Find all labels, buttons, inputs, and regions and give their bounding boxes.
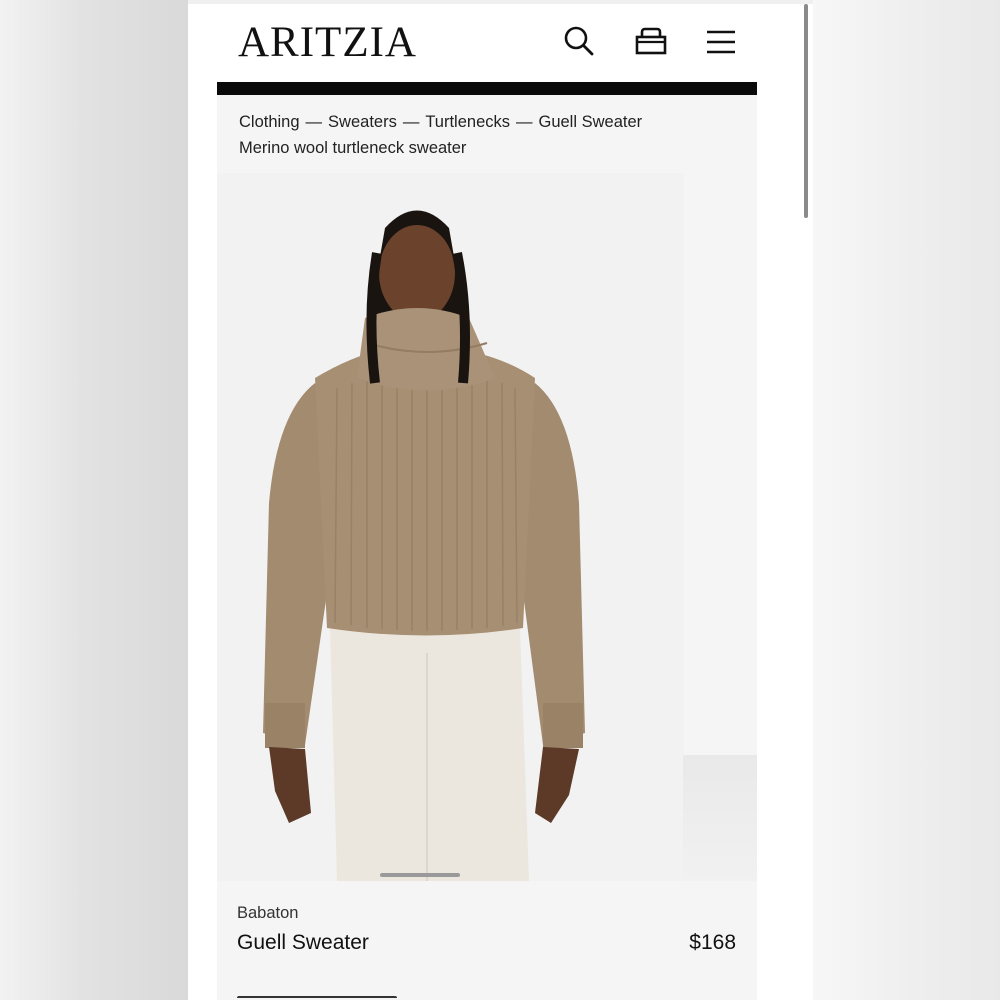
mobile-page: ARITZIA Clothing — Sweaters — Turtlenecks — Gu… <box>188 0 813 1000</box>
background-left <box>0 0 188 1000</box>
background-right <box>813 0 1000 1000</box>
breadcrumb-turtlenecks[interactable]: Turtlenecks <box>425 113 510 131</box>
site-header: ARITZIA <box>188 0 813 82</box>
model-illustration <box>217 173 684 881</box>
product-brand[interactable]: Babaton <box>237 904 298 923</box>
menu-icon[interactable] <box>704 24 738 58</box>
breadcrumb-guell-sweater[interactable]: Guell Sweater <box>539 113 643 131</box>
product-content: Clothing — Sweaters — Turtlenecks — Guell Swea… <box>217 95 757 1000</box>
product-price: $168 <box>689 931 736 954</box>
breadcrumb-sweaters[interactable]: Sweaters <box>328 113 397 131</box>
product-image[interactable] <box>217 173 684 881</box>
breadcrumb-separator: — <box>305 113 323 131</box>
carousel-indicator <box>380 873 460 877</box>
breadcrumb-separator: — <box>402 113 420 131</box>
status-area <box>188 0 813 4</box>
bag-icon[interactable] <box>634 24 668 58</box>
product-subtitle: Merino wool turtleneck sweater <box>239 139 467 157</box>
product-name: Guell Sweater <box>237 931 369 954</box>
next-product-image-peek[interactable] <box>683 755 757 881</box>
scrollbar[interactable] <box>804 4 808 218</box>
brand-logo[interactable]: ARITZIA <box>238 18 417 68</box>
header-accent-bar <box>217 82 757 95</box>
breadcrumb: Clothing — Sweaters — Turtlenecks — Guell Swea… <box>239 109 642 135</box>
next-section-peek <box>237 988 737 998</box>
search-icon[interactable] <box>562 24 596 58</box>
breadcrumb-separator: — <box>516 113 533 131</box>
breadcrumb-clothing[interactable]: Clothing <box>239 113 300 131</box>
